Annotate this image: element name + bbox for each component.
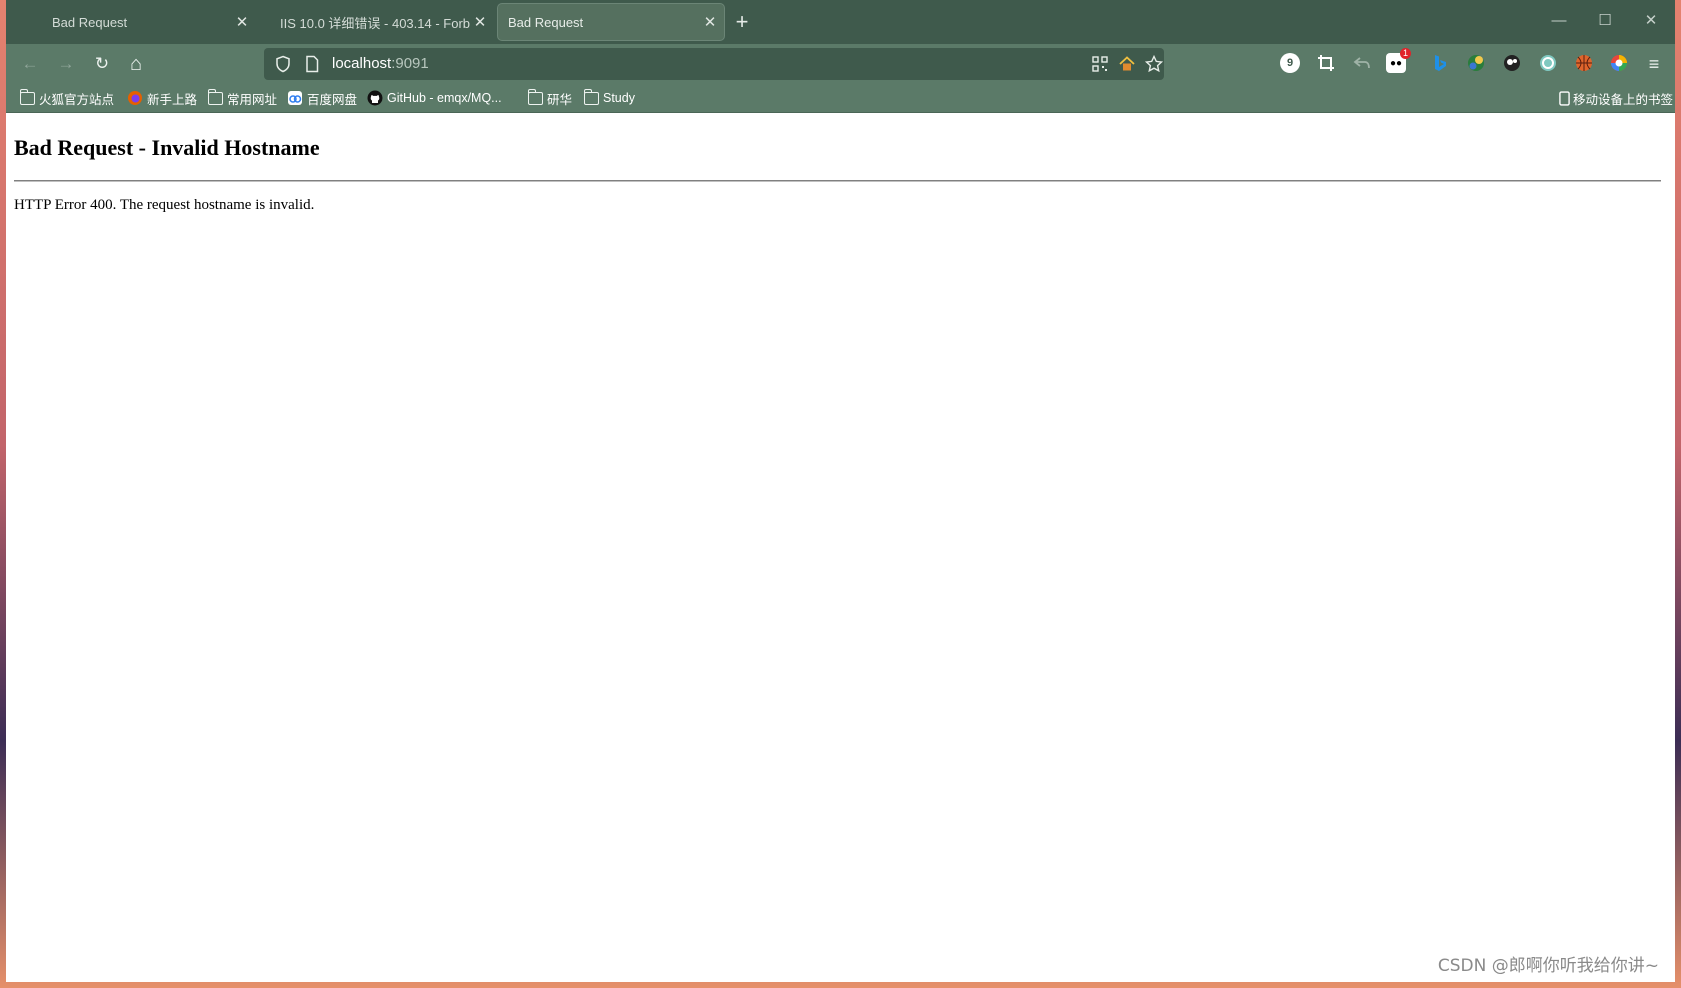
tab-title: Bad Request (508, 14, 584, 30)
crop-icon[interactable] (1316, 53, 1336, 73)
bookmark-baidu-pan[interactable]: 百度网盘 (287, 88, 357, 108)
close-icon[interactable]: ✕ (700, 13, 720, 31)
back-button[interactable]: ← (18, 52, 42, 76)
window-close-button[interactable]: ✕ (1636, 8, 1666, 34)
bookmark-label: 移动设备上的书签 (1573, 92, 1674, 107)
folder-icon (207, 88, 223, 105)
bookmark-star-icon[interactable] (1144, 54, 1164, 74)
eyes-extension-icon[interactable] (1502, 53, 1522, 73)
page-content: Bad Request - Invalid Hostname HTTP Erro… (6, 113, 1675, 982)
tab-title: IIS 10.0 详细错误 - 403.14 - Forbidden (280, 15, 470, 31)
url-port: :9091 (391, 55, 429, 72)
bookmark-firefox-official[interactable]: 火狐官方站点 (19, 88, 115, 108)
page-heading: Bad Request - Invalid Hostname (14, 135, 320, 160)
page-icon (306, 55, 319, 73)
bookmarks-toolbar: 火狐官方站点 新手上路 常用网址 百度网盘 GitHub - emqx/MQ..… (6, 83, 1675, 113)
bookmark-getting-started[interactable]: 新手上路 (127, 88, 197, 108)
maximize-button[interactable]: ☐ (1590, 8, 1620, 34)
horizontal-rule (14, 180, 1661, 182)
tab-iis-error[interactable]: IIS 10.0 详细错误 - 403.14 - Forbidden ✕ (272, 4, 494, 40)
baidu-pan-icon (288, 91, 302, 105)
hamburger-menu-icon[interactable]: ≡ (1642, 52, 1666, 76)
translate-icon[interactable] (1466, 53, 1486, 73)
bookmark-advantech[interactable]: 研华 (527, 88, 573, 108)
bookmark-study[interactable]: Study (583, 88, 635, 108)
folder-icon (527, 88, 543, 105)
bookmark-label: 研华 (547, 92, 573, 107)
bookmark-label: Study (603, 91, 635, 105)
close-icon[interactable]: ✕ (232, 13, 252, 31)
folder-icon (19, 88, 35, 105)
shield-icon[interactable] (274, 55, 292, 73)
sync-icon[interactable] (1538, 53, 1558, 73)
tab-bad-request-1[interactable]: Bad Request ✕ (44, 4, 256, 40)
bing-icon[interactable] (1430, 53, 1450, 73)
bookmark-label: 火狐官方站点 (39, 92, 115, 107)
address-bar[interactable]: localhost:9091 (264, 48, 1164, 80)
url-text[interactable]: localhost:9091 (332, 55, 429, 72)
error-message: HTTP Error 400. The request hostname is … (14, 197, 315, 213)
tab-title: Bad Request (52, 14, 128, 30)
mobile-device-icon (1559, 90, 1570, 106)
tab-bar: Bad Request ✕ IIS 10.0 详细错误 - 403.14 - F… (6, 0, 1675, 44)
reload-button[interactable]: ↻ (90, 52, 114, 76)
home-page-icon[interactable] (1117, 54, 1137, 74)
bookmark-label: 常用网址 (227, 92, 278, 107)
tab-bad-request-active[interactable]: Bad Request ✕ (498, 4, 724, 40)
github-icon (367, 90, 383, 106)
url-host: localhost (332, 55, 392, 72)
bookmark-label: 百度网盘 (307, 92, 358, 107)
bookmark-label: GitHub - emqx/MQ... (387, 91, 502, 105)
home-button[interactable]: ⌂ (124, 52, 148, 76)
forward-button[interactable]: → (54, 52, 78, 76)
tampermonkey-icon[interactable]: ●● 1 (1386, 48, 1411, 73)
colorful-extension-icon[interactable] (1609, 53, 1629, 73)
basketball-icon[interactable] (1574, 53, 1594, 73)
browser-window: Bad Request ✕ IIS 10.0 详细错误 - 403.14 - F… (6, 0, 1675, 982)
qr-code-icon[interactable] (1090, 54, 1110, 74)
new-tab-button[interactable]: + (730, 10, 754, 34)
watermark: CSDN @郎啊你听我给你讲~ (1437, 956, 1659, 976)
undo-icon[interactable] (1352, 53, 1372, 73)
navigation-toolbar: ← → ↻ ⌂ localhost:9091 9 ●● 1 ≡ (6, 44, 1675, 83)
minimize-button[interactable]: — (1544, 8, 1574, 34)
notification-badge: 1 (1400, 48, 1411, 59)
extension-counter-icon[interactable]: 9 (1280, 53, 1300, 73)
bookmark-common-sites[interactable]: 常用网址 (207, 88, 278, 108)
bookmark-label: 新手上路 (147, 92, 198, 107)
mobile-bookmarks[interactable]: 移动设备上的书签 (1559, 88, 1673, 108)
close-icon[interactable]: ✕ (470, 13, 490, 31)
firefox-icon (128, 91, 142, 105)
bookmark-github-emqx[interactable]: GitHub - emqx/MQ... (367, 88, 502, 108)
folder-icon (583, 88, 599, 105)
